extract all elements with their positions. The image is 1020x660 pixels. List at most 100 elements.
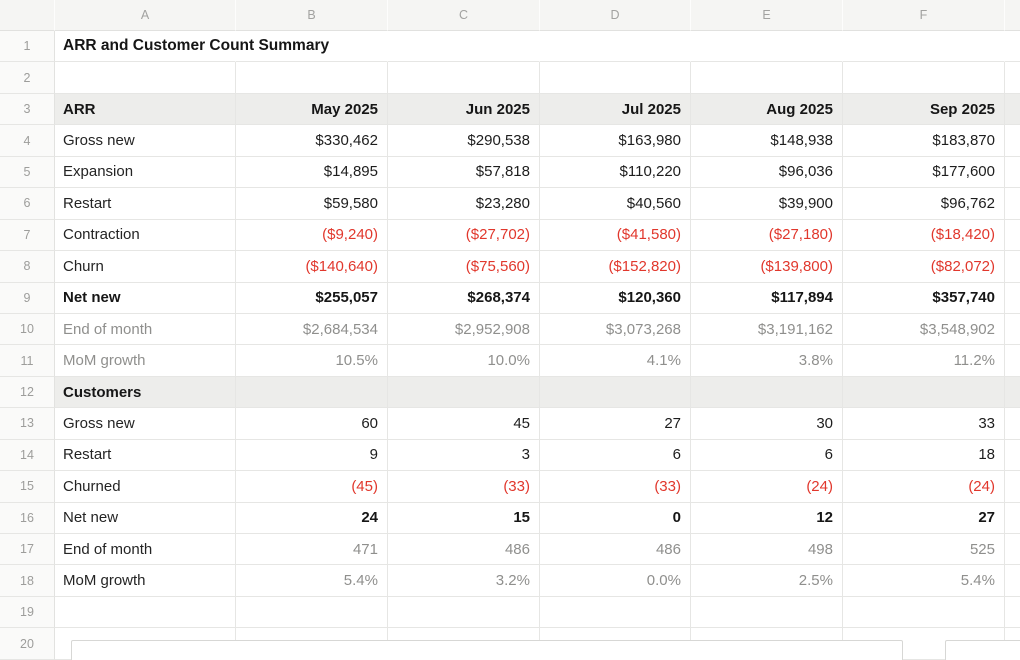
cell-C11[interactable]: 10.0%	[388, 345, 540, 376]
cell-A12[interactable]: Customers	[55, 377, 236, 408]
cell-D4[interactable]: $163,980	[540, 125, 691, 156]
cell-B5[interactable]: $14,895	[236, 157, 388, 188]
cell-E19[interactable]	[691, 597, 843, 628]
embedded-chart-frame-right[interactable]	[945, 640, 1020, 660]
column-header-D[interactable]: D	[540, 0, 691, 31]
cell-B3[interactable]: May 2025	[236, 94, 388, 125]
cell-B11[interactable]: 10.5%	[236, 345, 388, 376]
row-number-16[interactable]: 16	[0, 503, 55, 534]
cell-partial-14[interactable]	[1005, 440, 1020, 471]
cell-E1[interactable]	[691, 31, 843, 62]
cell-D14[interactable]: 6	[540, 440, 691, 471]
cell-E6[interactable]: $39,900	[691, 188, 843, 219]
row-number-17[interactable]: 17	[0, 534, 55, 565]
cell-partial-3[interactable]	[1005, 94, 1020, 125]
cell-C9[interactable]: $268,374	[388, 283, 540, 314]
row-number-15[interactable]: 15	[0, 471, 55, 502]
cell-partial-5[interactable]	[1005, 157, 1020, 188]
cell-F17[interactable]: 525	[843, 534, 1005, 565]
cell-E3[interactable]: Aug 2025	[691, 94, 843, 125]
cell-B7[interactable]: ($9,240)	[236, 220, 388, 251]
cell-D7[interactable]: ($41,580)	[540, 220, 691, 251]
row-number-20[interactable]: 20	[0, 628, 55, 659]
row-number-6[interactable]: 6	[0, 188, 55, 219]
cell-partial-16[interactable]	[1005, 503, 1020, 534]
cell-partial-6[interactable]	[1005, 188, 1020, 219]
cell-F2[interactable]	[843, 62, 1005, 93]
cell-B10[interactable]: $2,684,534	[236, 314, 388, 345]
row-number-12[interactable]: 12	[0, 377, 55, 408]
row-number-13[interactable]: 13	[0, 408, 55, 439]
cell-E4[interactable]: $148,938	[691, 125, 843, 156]
cell-B16[interactable]: 24	[236, 503, 388, 534]
cell-A16[interactable]: Net new	[55, 503, 236, 534]
column-header-A[interactable]: A	[55, 0, 236, 31]
cell-F6[interactable]: $96,762	[843, 188, 1005, 219]
cell-A10[interactable]: End of month	[55, 314, 236, 345]
cell-A19[interactable]	[55, 597, 236, 628]
cell-F4[interactable]: $183,870	[843, 125, 1005, 156]
cell-F14[interactable]: 18	[843, 440, 1005, 471]
cell-partial-12[interactable]	[1005, 377, 1020, 408]
cell-F8[interactable]: ($82,072)	[843, 251, 1005, 282]
cell-A11[interactable]: MoM growth	[55, 345, 236, 376]
cell-C14[interactable]: 3	[388, 440, 540, 471]
cell-A6[interactable]: Restart	[55, 188, 236, 219]
cell-A7[interactable]: Contraction	[55, 220, 236, 251]
cell-partial-13[interactable]	[1005, 408, 1020, 439]
cell-B9[interactable]: $255,057	[236, 283, 388, 314]
cell-B6[interactable]: $59,580	[236, 188, 388, 219]
row-number-10[interactable]: 10	[0, 314, 55, 345]
cell-E7[interactable]: ($27,180)	[691, 220, 843, 251]
cell-partial-8[interactable]	[1005, 251, 1020, 282]
cell-F19[interactable]	[843, 597, 1005, 628]
cell-B14[interactable]: 9	[236, 440, 388, 471]
cell-F3[interactable]: Sep 2025	[843, 94, 1005, 125]
row-number-9[interactable]: 9	[0, 283, 55, 314]
cell-C12[interactable]	[388, 377, 540, 408]
cell-D6[interactable]: $40,560	[540, 188, 691, 219]
cell-E13[interactable]: 30	[691, 408, 843, 439]
cell-E14[interactable]: 6	[691, 440, 843, 471]
cell-B17[interactable]: 471	[236, 534, 388, 565]
cell-partial-18[interactable]	[1005, 565, 1020, 596]
cell-F5[interactable]: $177,600	[843, 157, 1005, 188]
cell-B15[interactable]: (45)	[236, 471, 388, 502]
cell-C13[interactable]: 45	[388, 408, 540, 439]
cell-E12[interactable]	[691, 377, 843, 408]
cell-D3[interactable]: Jul 2025	[540, 94, 691, 125]
column-header-C[interactable]: C	[388, 0, 540, 31]
cell-A18[interactable]: MoM growth	[55, 565, 236, 596]
cell-E18[interactable]: 2.5%	[691, 565, 843, 596]
column-header-B[interactable]: B	[236, 0, 388, 31]
cell-C8[interactable]: ($75,560)	[388, 251, 540, 282]
cell-D8[interactable]: ($152,820)	[540, 251, 691, 282]
cell-C17[interactable]: 486	[388, 534, 540, 565]
cell-A5[interactable]: Expansion	[55, 157, 236, 188]
select-all-corner[interactable]	[0, 0, 55, 31]
column-header-F[interactable]: F	[843, 0, 1005, 31]
cell-E5[interactable]: $96,036	[691, 157, 843, 188]
cell-F9[interactable]: $357,740	[843, 283, 1005, 314]
cell-A1[interactable]: ARR and Customer Count Summary	[55, 31, 236, 62]
row-number-4[interactable]: 4	[0, 125, 55, 156]
row-number-7[interactable]: 7	[0, 220, 55, 251]
cell-B2[interactable]	[236, 62, 388, 93]
cell-C18[interactable]: 3.2%	[388, 565, 540, 596]
cell-A17[interactable]: End of month	[55, 534, 236, 565]
cell-C19[interactable]	[388, 597, 540, 628]
cell-D18[interactable]: 0.0%	[540, 565, 691, 596]
cell-F7[interactable]: ($18,420)	[843, 220, 1005, 251]
cell-partial-11[interactable]	[1005, 345, 1020, 376]
cell-partial-4[interactable]	[1005, 125, 1020, 156]
cell-C6[interactable]: $23,280	[388, 188, 540, 219]
cell-B19[interactable]	[236, 597, 388, 628]
cell-C16[interactable]: 15	[388, 503, 540, 534]
cell-C4[interactable]: $290,538	[388, 125, 540, 156]
cell-F10[interactable]: $3,548,902	[843, 314, 1005, 345]
cell-D10[interactable]: $3,073,268	[540, 314, 691, 345]
cell-partial-10[interactable]	[1005, 314, 1020, 345]
cell-C3[interactable]: Jun 2025	[388, 94, 540, 125]
cell-F12[interactable]	[843, 377, 1005, 408]
cell-partial-17[interactable]	[1005, 534, 1020, 565]
